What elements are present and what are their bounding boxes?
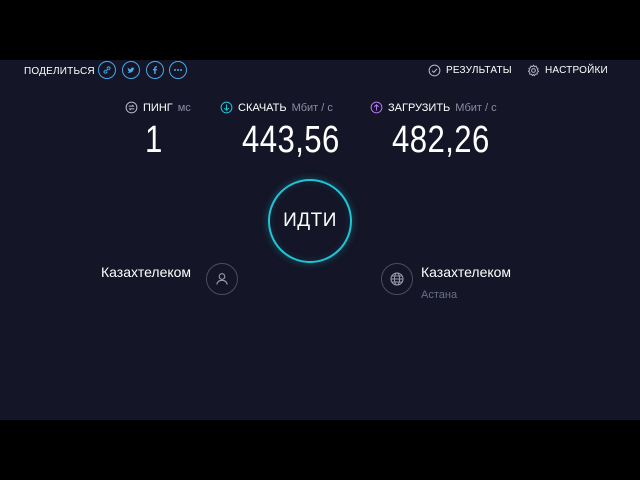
twitter-icon[interactable]	[122, 61, 140, 79]
ping-header: ПИНГ мс	[125, 101, 191, 114]
results-label: РЕЗУЛЬТАТЫ	[446, 65, 512, 76]
more-icon[interactable]	[169, 61, 187, 79]
facebook-icon[interactable]	[146, 61, 164, 79]
provider-name: Казахтелеком	[101, 264, 192, 280]
results-link[interactable]: РЕЗУЛЬТАТЫ	[428, 64, 512, 77]
ping-label: ПИНГ	[143, 101, 173, 114]
go-button[interactable]: ИДТИ	[268, 179, 352, 263]
gear-icon	[527, 64, 540, 77]
download-label: СКАЧАТЬ	[238, 101, 287, 114]
upload-header: ЗАГРУЗИТЬ Мбит / с	[370, 101, 497, 114]
check-circle-icon	[428, 64, 441, 77]
server-name[interactable]: Казахтелеком	[421, 264, 511, 280]
upload-unit: Мбит / с	[455, 101, 497, 114]
ping-value: 1	[145, 119, 163, 161]
globe-icon[interactable]	[381, 263, 413, 295]
download-arrow-icon	[220, 101, 233, 114]
server-location: Астана	[421, 289, 458, 301]
user-icon[interactable]	[206, 263, 238, 295]
share-label: ПОДЕЛИТЬСЯ	[24, 66, 95, 77]
go-button-label: ИДТИ	[283, 210, 337, 231]
download-header: СКАЧАТЬ Мбит / с	[220, 101, 333, 114]
download-unit: Мбит / с	[291, 101, 333, 114]
link-icon[interactable]	[98, 61, 116, 79]
upload-arrow-icon	[370, 101, 383, 114]
settings-label: НАСТРОЙКИ	[545, 65, 608, 76]
upload-value: 482,26	[392, 119, 490, 161]
settings-link[interactable]: НАСТРОЙКИ	[527, 64, 608, 77]
ping-unit: мс	[177, 101, 191, 114]
ping-icon	[125, 101, 138, 114]
download-value: 443,56	[242, 119, 340, 161]
upload-label: ЗАГРУЗИТЬ	[388, 101, 451, 114]
